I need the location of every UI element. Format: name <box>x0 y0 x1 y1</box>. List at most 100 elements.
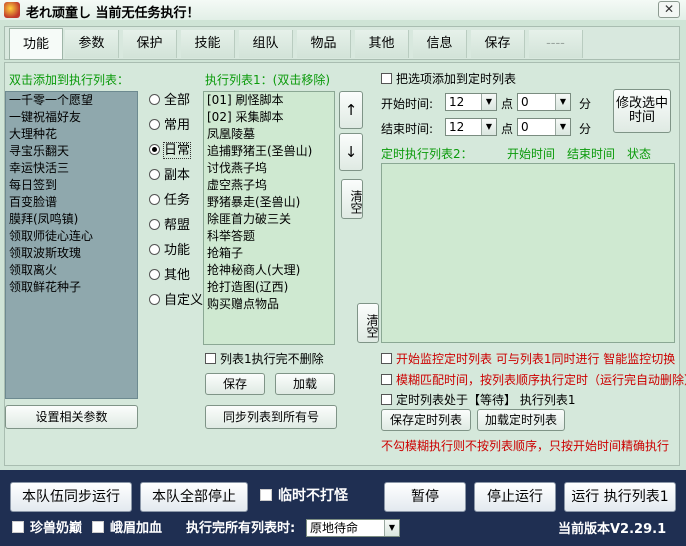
list-item[interactable]: 野猪暴走(圣兽山) <box>204 194 334 211</box>
list-item[interactable]: 追捕野猪王(圣兽山) <box>204 143 334 160</box>
checkbox-box <box>381 394 392 405</box>
sync-list-button[interactable]: 同步列表到所有号 <box>205 405 337 429</box>
radio-common[interactable]: 常用 <box>149 118 190 134</box>
bottom-bar: 本队伍同步运行 本队全部停止 临时不打怪 暂停 停止运行 运行 执行列表1 珍兽… <box>0 470 686 546</box>
chevron-down-icon: ▼ <box>384 520 399 536</box>
move-up-button[interactable]: ↑ <box>339 91 363 129</box>
list-item[interactable]: 寻宝乐翻天 <box>6 143 137 160</box>
radio-dungeon[interactable]: 副本 <box>149 168 190 184</box>
tab-other[interactable]: 其他 <box>355 30 409 58</box>
list-item[interactable]: 领取鲜花种子 <box>6 279 137 296</box>
tab-save[interactable]: 保存 <box>471 30 525 58</box>
end-minute-select[interactable]: 0 ▼ <box>517 118 571 136</box>
list-item[interactable]: 每日签到 <box>6 177 137 194</box>
list-item[interactable]: 一千零一个愿望 <box>6 92 137 109</box>
list-item[interactable]: 膜拜(凤鸣镇) <box>6 211 137 228</box>
list-item[interactable]: 一键祝福好友 <box>6 109 137 126</box>
list-item[interactable]: 购买赠点物品 <box>204 296 334 313</box>
modify-time-button[interactable]: 修改选中时间 <box>613 89 671 133</box>
chevron-down-icon: ▼ <box>555 94 570 110</box>
radio-label: 日常 <box>162 142 192 159</box>
list-item[interactable]: 凤凰陵墓 <box>204 126 334 143</box>
start-hour-select[interactable]: 12 ▼ <box>445 93 497 111</box>
load-timer-button[interactable]: 加载定时列表 <box>477 409 565 431</box>
clear-timer-button[interactable]: 清空 <box>357 303 379 343</box>
radio-quest[interactable]: 任务 <box>149 193 190 209</box>
list-item[interactable]: 科举答题 <box>204 228 334 245</box>
col-end-time: 结束时间 <box>567 147 616 161</box>
list-item[interactable]: 抢神秘商人(大理) <box>204 262 334 279</box>
zhenman-checkbox[interactable]: 珍兽奶巅 <box>12 520 82 538</box>
tab-function[interactable]: 功能 <box>9 28 63 60</box>
wait-exec-checkbox[interactable]: 定时列表处于【等待】 执行列表1 <box>381 392 575 408</box>
radio-guild[interactable]: 帮盟 <box>149 218 190 234</box>
clear-exec-button[interactable]: 清空 <box>341 179 363 219</box>
keep-list-checkbox[interactable]: 列表1执行完不删除 <box>205 351 324 367</box>
checkbox-box <box>381 374 392 385</box>
tab-items[interactable]: 物品 <box>297 30 351 58</box>
end-time-label: 结束时间: <box>381 122 434 136</box>
radio-dot <box>149 169 160 180</box>
chevron-down-icon: ▼ <box>555 119 570 135</box>
after-all-select[interactable]: 原地待命 ▼ <box>306 519 400 537</box>
save-list-button[interactable]: 保存 <box>205 373 265 395</box>
radio-dot <box>149 119 160 130</box>
list-item[interactable]: 幸运快活三 <box>6 160 137 177</box>
run-list-button[interactable]: 运行 执行列表1 <box>564 482 676 512</box>
timer-list-2[interactable] <box>381 163 675 343</box>
available-tasks-list[interactable]: 一千零一个愿望 一键祝福好友 大理种花 寻宝乐翻天 幸运快活三 每日签到 百变脸… <box>5 91 138 399</box>
move-down-button[interactable]: ↓ <box>339 133 363 171</box>
fuzzy-time-checkbox[interactable]: 模糊匹配时间，按列表顺序执行定时（运行完自动删除） <box>381 372 686 388</box>
radio-other[interactable]: 其他 <box>149 268 190 284</box>
checkbox-box <box>381 73 392 84</box>
hour-unit-label: 点 <box>501 122 514 136</box>
chevron-down-icon: ▼ <box>481 119 496 135</box>
radio-daily[interactable]: 日常 <box>149 142 192 159</box>
after-all-label: 执行完所有列表时: <box>186 521 296 536</box>
no-monster-checkbox[interactable]: 临时不打怪 <box>260 487 348 505</box>
load-list-button[interactable]: 加载 <box>275 373 335 395</box>
tab-disabled: ---- <box>529 30 583 58</box>
checkbox-label: 珍兽奶巅 <box>30 521 83 536</box>
checkbox-label: 列表1执行完不删除 <box>220 352 324 366</box>
radio-dot <box>149 194 160 205</box>
settings-button[interactable]: 设置相关参数 <box>5 405 138 429</box>
list-item[interactable]: 领取师徒心连心 <box>6 228 137 245</box>
tab-protect[interactable]: 保护 <box>123 30 177 58</box>
save-timer-button[interactable]: 保存定时列表 <box>381 409 471 431</box>
radio-dot <box>149 294 160 305</box>
team-stop-button[interactable]: 本队全部停止 <box>140 482 248 512</box>
list-item[interactable]: 讨伐燕子坞 <box>204 160 334 177</box>
start-minute-select[interactable]: 0 ▼ <box>517 93 571 111</box>
tab-params[interactable]: 参数 <box>65 30 119 58</box>
radio-function[interactable]: 功能 <box>149 243 190 259</box>
emei-checkbox[interactable]: 峨眉加血 <box>92 520 162 538</box>
list-item[interactable]: 领取离火 <box>6 262 137 279</box>
add-to-timer-checkbox[interactable]: 把选项添加到定时列表 <box>381 71 516 87</box>
tab-info[interactable]: 信息 <box>413 30 467 58</box>
list-item[interactable]: 领取波斯玫瑰 <box>6 245 137 262</box>
stop-button[interactable]: 停止运行 <box>474 482 556 512</box>
list-item[interactable]: [02] 采集脚本 <box>204 109 334 126</box>
col-start-time: 开始时间 <box>507 147 556 161</box>
tab-team[interactable]: 组队 <box>239 30 293 58</box>
exec-list-1[interactable]: [01] 刷怪脚本 [02] 采集脚本 凤凰陵墓 追捕野猪王(圣兽山) 讨伐燕子… <box>203 91 335 345</box>
tab-skills[interactable]: 技能 <box>181 30 235 58</box>
team-sync-button[interactable]: 本队伍同步运行 <box>10 482 132 512</box>
radio-custom[interactable]: 自定义 <box>149 293 203 309</box>
list-item[interactable]: 大理种花 <box>6 126 137 143</box>
list-item[interactable]: 虚空燕子坞 <box>204 177 334 194</box>
list-item[interactable]: 百变脸谱 <box>6 194 137 211</box>
pause-button[interactable]: 暂停 <box>384 482 466 512</box>
list-item[interactable]: 抢打造图(辽西) <box>204 279 334 296</box>
close-button[interactable]: ✕ <box>658 1 680 18</box>
monitor-timer-checkbox[interactable]: 开始监控定时列表 可与列表1同时进行 智能监控切换 <box>381 351 675 367</box>
select-value: 12 <box>449 120 465 134</box>
list-item[interactable]: 除匪首力破三关 <box>204 211 334 228</box>
end-hour-select[interactable]: 12 ▼ <box>445 118 497 136</box>
available-list-header: 双击添加到执行列表： <box>9 73 130 87</box>
title-bar: 老れ顽童し 当前无任务执行！ ✕ <box>0 0 686 21</box>
list-item[interactable]: [01] 刷怪脚本 <box>204 92 334 109</box>
radio-all[interactable]: 全部 <box>149 93 190 109</box>
list-item[interactable]: 抢箱子 <box>204 245 334 262</box>
